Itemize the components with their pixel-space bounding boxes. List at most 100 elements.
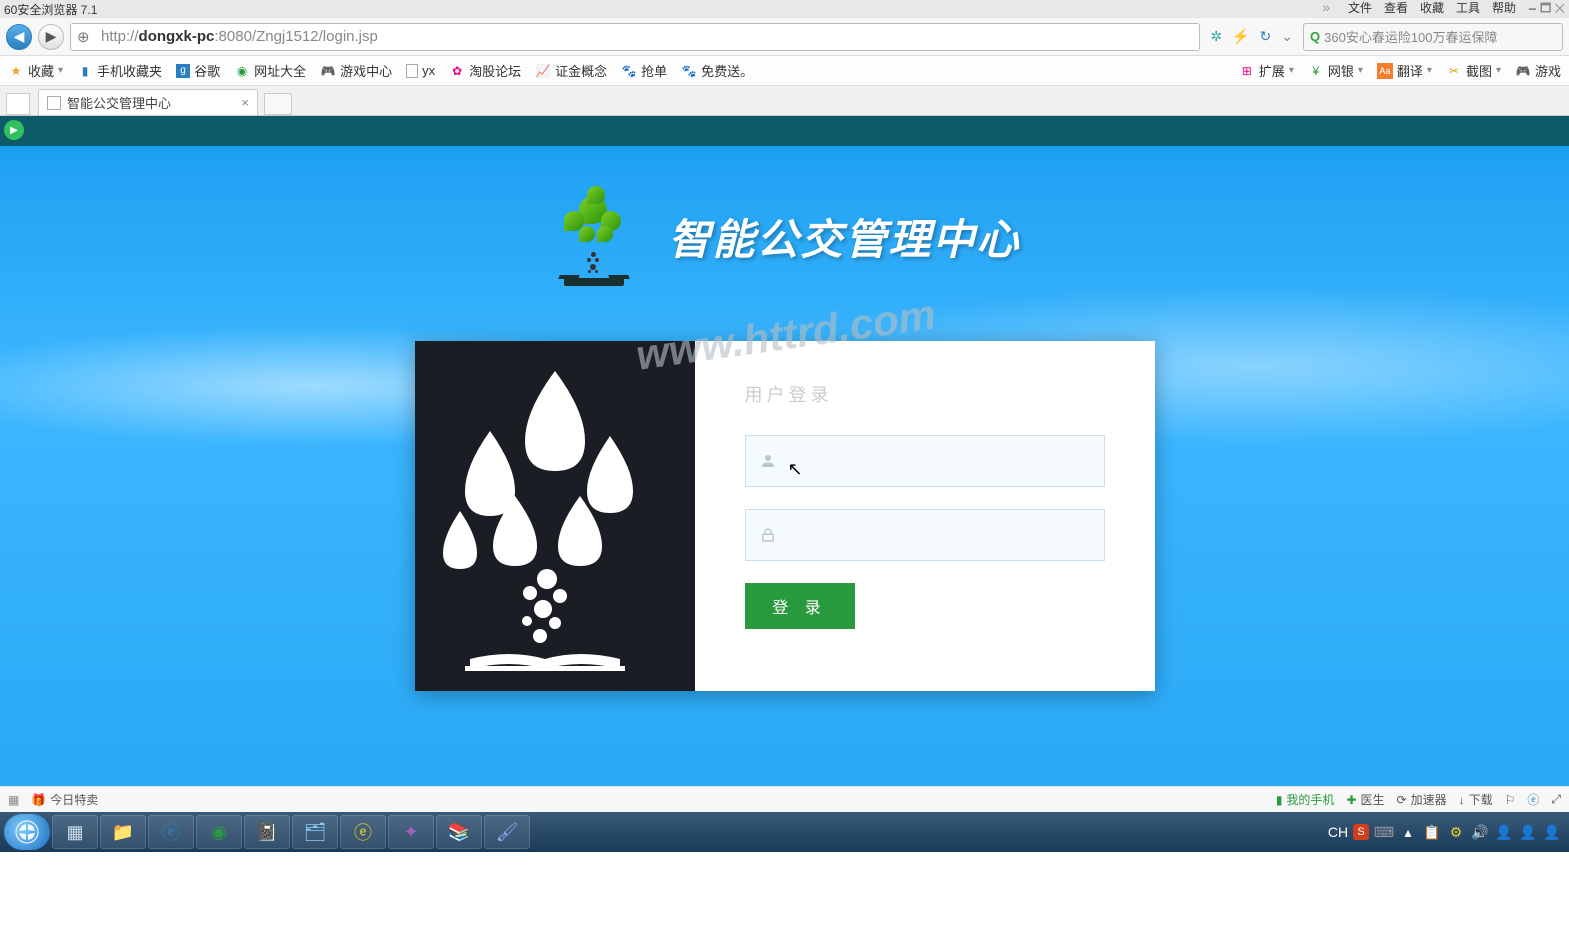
games-button[interactable]: 🎮游戏 xyxy=(1515,61,1561,80)
tray-icon[interactable]: 🔊 xyxy=(1471,823,1489,841)
task-item[interactable]: 📚 xyxy=(436,815,482,849)
download[interactable]: ↓下载 xyxy=(1459,791,1493,808)
tray-icon[interactable]: 👤 xyxy=(1519,823,1537,841)
game-icon: 🎮 xyxy=(320,63,336,79)
bookmark-item[interactable]: ▮手机收藏夹 xyxy=(77,61,162,80)
bookmark-item[interactable]: g谷歌 xyxy=(176,61,220,80)
tab-active[interactable]: 智能公交管理中心 × xyxy=(38,89,258,115)
download-icon: ↓ xyxy=(1459,793,1465,807)
status-home-icon[interactable]: ▦ xyxy=(8,793,19,807)
menu-help[interactable]: 帮助 xyxy=(1492,0,1516,20)
flag-icon[interactable]: ⚐ xyxy=(1505,793,1516,807)
task-item[interactable]: 📁 xyxy=(100,815,146,849)
login-form: www.httrd.com 用户登录 ↖ 登 录 xyxy=(695,341,1155,691)
translate-button[interactable]: Aa翻译▾ xyxy=(1377,61,1432,80)
bookmark-item[interactable]: 🐾免费送。 xyxy=(681,61,753,80)
chevron-down-icon: ▾ xyxy=(58,65,63,76)
browser-menu: » 文件 查看 收藏 工具 帮助 🗕 🗖 ✕ xyxy=(1322,0,1565,20)
lock-icon xyxy=(746,526,790,544)
task-item[interactable]: 📓 xyxy=(244,815,290,849)
menu-tools[interactable]: 工具 xyxy=(1456,0,1480,20)
gamepad-icon: 🎮 xyxy=(1515,63,1531,79)
tray-icon[interactable]: ⌨ xyxy=(1375,823,1393,841)
username-field[interactable]: ↖ xyxy=(745,435,1105,487)
grid-icon: ⊞ xyxy=(1239,63,1255,79)
tab-strip: 智能公交管理中心 × xyxy=(0,86,1569,116)
password-input[interactable] xyxy=(790,510,1104,560)
task-item[interactable]: ⓔ xyxy=(340,815,386,849)
tray-chevron-icon[interactable]: ▴ xyxy=(1399,823,1417,841)
nav-bar: ◀ ▶ ⊕ http://dongxk-pc:8080/Zngj1512/log… xyxy=(0,18,1569,56)
user-icon xyxy=(746,452,790,470)
login-button[interactable]: 登 录 xyxy=(745,583,855,629)
close-icon[interactable]: × xyxy=(241,95,249,110)
menu-control-icon[interactable]: 🗕 🗖 ✕ xyxy=(1528,0,1565,20)
bookmark-item[interactable]: 🎮游戏中心 xyxy=(320,61,392,80)
task-item[interactable]: ⓔ xyxy=(148,815,194,849)
task-item[interactable]: ◉ xyxy=(196,815,242,849)
refresh-icon[interactable]: ↻ xyxy=(1260,28,1272,45)
login-card-graphic xyxy=(415,341,695,691)
ie-icon[interactable]: ⓔ xyxy=(1527,791,1539,808)
scissors-icon: ✂ xyxy=(1446,63,1462,79)
today-deals[interactable]: 🎁今日特卖 xyxy=(31,791,98,808)
logo-area: 智能公交管理中心 xyxy=(548,186,1020,286)
bookmark-item[interactable]: ✿淘股论坛 xyxy=(449,61,521,80)
ime-label[interactable]: CH xyxy=(1329,823,1347,841)
tab-title: 智能公交管理中心 xyxy=(67,93,171,112)
login-card: www.httrd.com 用户登录 ↖ 登 录 xyxy=(415,341,1155,691)
forward-button[interactable]: ▶ xyxy=(38,24,64,50)
system-tray: CH S ⌨ ▴ 📋 ⚙ 🔊 👤 👤 👤 xyxy=(1329,823,1565,841)
extensions-button[interactable]: ⊞扩展▾ xyxy=(1239,61,1294,80)
password-field[interactable] xyxy=(745,509,1105,561)
tray-icon[interactable]: 👤 xyxy=(1495,823,1513,841)
phone-icon: ▮ xyxy=(77,63,93,79)
search-placeholder: 360安心春运险100万春运保障 xyxy=(1324,27,1497,46)
tray-icon[interactable]: ⚙ xyxy=(1447,823,1465,841)
search-box[interactable]: Q 360安心春运险100万春运保障 xyxy=(1303,23,1563,51)
play-icon[interactable]: ▶ xyxy=(4,120,24,140)
page-icon xyxy=(47,96,61,110)
accelerator[interactable]: ⟳加速器 xyxy=(1397,791,1447,808)
favorites-button[interactable]: ★收藏▾ xyxy=(8,61,63,80)
search-provider-icon: Q xyxy=(1310,29,1320,44)
shield-icon: ⊕ xyxy=(77,28,95,46)
task-item[interactable]: ▦ xyxy=(52,815,98,849)
chevron-icon[interactable]: » xyxy=(1322,0,1330,20)
screenshot-button[interactable]: ✂截图▾ xyxy=(1446,61,1501,80)
chevron-down-icon[interactable]: ⌄ xyxy=(1281,28,1293,45)
my-phone[interactable]: ▮我的手机 xyxy=(1276,791,1335,808)
bolt-icon[interactable]: ⚡ xyxy=(1232,28,1249,45)
tab-home-button[interactable] xyxy=(6,93,30,115)
doctor[interactable]: ✚医生 xyxy=(1346,791,1384,808)
tray-icon[interactable]: 📋 xyxy=(1423,823,1441,841)
zoom-icon[interactable]: ⤢ xyxy=(1551,792,1561,807)
menu-fav[interactable]: 收藏 xyxy=(1420,0,1444,20)
start-button[interactable] xyxy=(4,814,50,850)
yen-icon: ¥ xyxy=(1308,63,1324,79)
star-icon: ★ xyxy=(8,63,24,79)
taskbar: ▦ 📁 ⓔ ◉ 📓 🗂 ⓔ ✦ 📚 🖌 CH S ⌨ ▴ 📋 ⚙ 🔊 👤 👤 👤 xyxy=(0,812,1569,852)
tree-logo xyxy=(548,186,638,286)
bank-button[interactable]: ¥网银▾ xyxy=(1308,61,1363,80)
back-button[interactable]: ◀ xyxy=(6,24,32,50)
browser-title-bar: 60安全浏览器 7.1 » 文件 查看 收藏 工具 帮助 🗕 🗖 ✕ xyxy=(0,0,1569,18)
menu-file[interactable]: 文件 xyxy=(1348,0,1372,20)
chart-icon: 📈 xyxy=(535,63,551,79)
page-content: ▶ 智能公交管理中心 xyxy=(0,116,1569,786)
bookmark-item[interactable]: 📈证金概念 xyxy=(535,61,607,80)
tray-icon[interactable]: S xyxy=(1353,824,1369,840)
task-item[interactable]: ✦ xyxy=(388,815,434,849)
menu-view[interactable]: 查看 xyxy=(1384,0,1408,20)
task-item[interactable]: 🗂 xyxy=(292,815,338,849)
bookmark-item[interactable]: 🐾抢单 xyxy=(621,61,667,80)
task-item[interactable]: 🖌 xyxy=(484,815,530,849)
new-tab-button[interactable] xyxy=(264,93,292,115)
doc-icon xyxy=(406,64,418,78)
bookmark-item[interactable]: ◉网址大全 xyxy=(234,61,306,80)
address-bar[interactable]: ⊕ http://dongxk-pc:8080/Zngj1512/login.j… xyxy=(70,23,1200,51)
tray-icon[interactable]: 👤 xyxy=(1543,823,1561,841)
bookmark-item[interactable]: yx xyxy=(406,63,435,78)
spinner-icon[interactable]: ✲ xyxy=(1210,28,1222,45)
username-input[interactable] xyxy=(790,436,1104,486)
